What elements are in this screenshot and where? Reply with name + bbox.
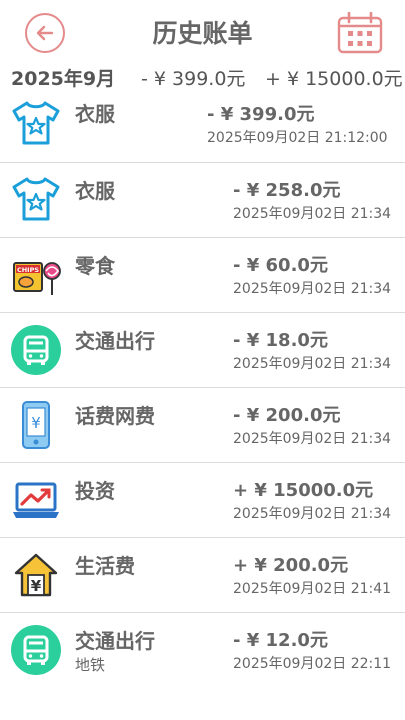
tshirt-icon <box>12 177 60 221</box>
calendar-button[interactable] <box>337 11 383 54</box>
calendar-icon <box>337 11 383 54</box>
category-label: 生活费 <box>75 554 135 578</box>
bill-row[interactable]: 投资 + ¥ 15000.0元 2025年09月02日 21:34 <box>0 463 405 538</box>
living-expense-icon: ¥ <box>14 553 58 597</box>
amount-label: - ¥ 200.0元 <box>233 405 341 426</box>
category-label: 衣服 <box>75 102 115 126</box>
snacks-icon: CHIPS <box>13 262 61 295</box>
time-label: 2025年09月02日 21:34 <box>233 356 392 372</box>
bill-row[interactable]: 交通出行 - ¥ 18.0元 2025年09月02日 21:34 <box>0 313 405 388</box>
bill-row[interactable]: 衣服 - ¥ 399.0元 2025年09月02日 21:12:00 <box>0 92 405 163</box>
time-label: 2025年09月02日 21:41 <box>233 581 392 597</box>
category-label: 交通出行 <box>75 629 155 653</box>
phone-icon: ¥ <box>22 401 50 449</box>
bus-icon <box>11 625 61 675</box>
category-label: 话费网费 <box>75 404 155 428</box>
time-label: 2025年09月02日 21:34 <box>233 206 392 222</box>
amount-label: + ¥ 15000.0元 <box>233 480 374 501</box>
svg-text:CHIPS: CHIPS <box>17 266 39 274</box>
amount-label: - ¥ 258.0元 <box>233 180 341 201</box>
amount-label: - ¥ 12.0元 <box>233 630 328 651</box>
category-label: 零食 <box>75 254 115 278</box>
summary-expense: - ¥ 399.0元 <box>141 68 246 90</box>
bill-row[interactable]: CHIPS 零食 - ¥ 60.0元 2025年09月02日 21:34 <box>0 238 405 313</box>
note-label: 地铁 <box>75 656 106 674</box>
time-label: 2025年09月02日 22:11 <box>233 656 392 672</box>
amount-label: + ¥ 200.0元 <box>233 555 349 576</box>
amount-label: - ¥ 399.0元 <box>207 104 315 125</box>
header: 历史账单 <box>0 0 405 64</box>
month-summary: 2025年9月 - ¥ 399.0元 + ¥ 15000.0元 <box>0 64 405 92</box>
amount-label: - ¥ 18.0元 <box>233 330 328 351</box>
bill-list: 衣服 - ¥ 399.0元 2025年09月02日 21:12:00 衣服 - … <box>0 92 405 687</box>
category-label: 交通出行 <box>75 329 155 353</box>
time-label: 2025年09月02日 21:34 <box>233 431 392 447</box>
investment-icon <box>13 482 59 518</box>
time-label: 2025年09月02日 21:34 <box>233 506 392 522</box>
bill-row[interactable]: ¥ 生活费 + ¥ 200.0元 2025年09月02日 21:41 <box>0 538 405 613</box>
time-label: 2025年09月02日 21:34 <box>233 281 392 297</box>
tshirt-icon <box>12 101 60 145</box>
svg-text:¥: ¥ <box>31 414 41 432</box>
category-label: 投资 <box>75 479 115 503</box>
bill-row[interactable]: 交通出行 地铁 - ¥ 12.0元 2025年09月02日 22:11 <box>0 613 405 687</box>
bill-row[interactable]: ¥ 话费网费 - ¥ 200.0元 2025年09月02日 21:34 <box>0 388 405 463</box>
bus-icon <box>11 325 61 375</box>
svg-text:¥: ¥ <box>31 577 42 595</box>
amount-label: - ¥ 60.0元 <box>233 255 328 276</box>
summary-month[interactable]: 2025年9月 <box>11 64 115 91</box>
summary-income: + ¥ 15000.0元 <box>265 68 403 90</box>
category-label: 衣服 <box>75 179 115 203</box>
bill-row[interactable]: 衣服 - ¥ 258.0元 2025年09月02日 21:34 <box>0 163 405 238</box>
time-label: 2025年09月02日 21:12:00 <box>207 130 388 146</box>
